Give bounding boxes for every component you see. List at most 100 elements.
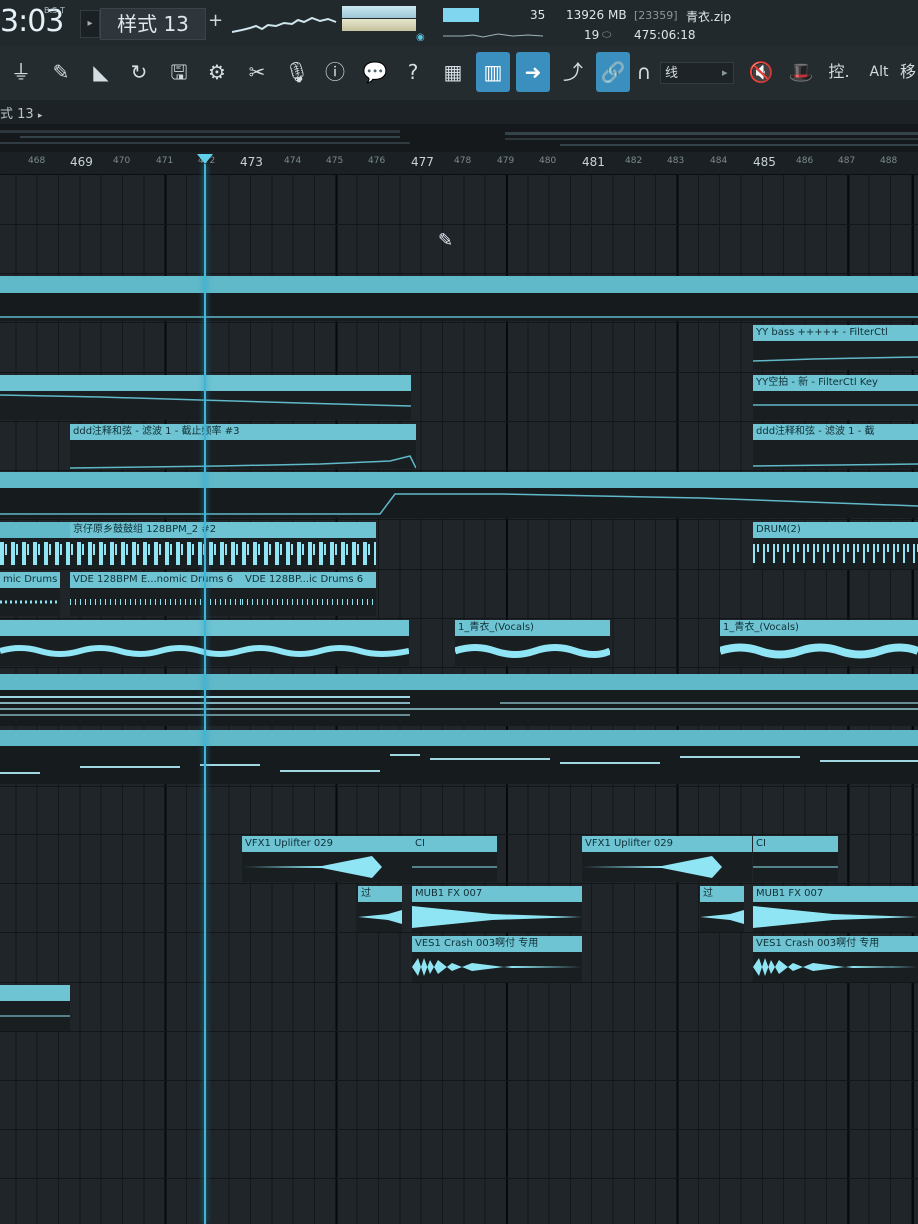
slide-icon[interactable]: ◣ xyxy=(84,52,118,92)
audio-clip[interactable]: DRUM(2) xyxy=(753,522,918,569)
automation-clip[interactable]: YY空拍 - 新 - FilterCtl Key xyxy=(753,375,918,420)
window-icon[interactable]: ▦ xyxy=(436,52,470,92)
audio-clip[interactable] xyxy=(0,985,70,1031)
audio-clip[interactable]: VFX1 Uplifter 029 xyxy=(582,836,752,882)
loop-icon[interactable]: ↻ xyxy=(122,52,156,92)
clip-title: CI xyxy=(412,836,497,852)
clip-title: YY空拍 - 新 - FilterCtl Key xyxy=(753,375,918,391)
audio-clip[interactable]: VES1 Crash 003啊付 专用 xyxy=(753,936,918,982)
cut-icon[interactable]: ✂ xyxy=(240,52,274,92)
audio-clip[interactable]: CI xyxy=(412,836,497,882)
info-icon[interactable]: ⓘ xyxy=(318,52,352,92)
audio-clip[interactable]: VFX1 Uplifter 029 xyxy=(242,836,412,882)
automation-curve xyxy=(70,455,416,469)
audio-clip[interactable]: 1_青衣_(Vocals) xyxy=(720,620,918,666)
clip-title: VES1 Crash 003啊付 专用 xyxy=(412,936,582,952)
waveform xyxy=(242,599,376,605)
ruler-mark: 479 xyxy=(497,156,515,166)
ruler-bar: 473 xyxy=(240,155,263,169)
master-meter-left xyxy=(342,6,416,18)
track-separator xyxy=(0,883,918,884)
cpu-value: 35 xyxy=(530,8,546,22)
ruler-bar: 469 xyxy=(70,155,93,169)
pattern-clip-body[interactable] xyxy=(0,746,918,784)
hat-icon[interactable]: 🎩 xyxy=(784,52,818,92)
snap-dropdown-icon[interactable]: ▸ xyxy=(722,66,728,79)
audio-clip[interactable]: 过 xyxy=(358,886,402,932)
ruler-mark: 474 xyxy=(284,156,302,166)
clip-title-band[interactable] xyxy=(0,522,70,538)
mic-icon[interactable]: 🎙 xyxy=(280,52,314,92)
link-icon[interactable]: 🔗 xyxy=(596,52,630,92)
automation-clip[interactable]: ddd注释和弦 - 滤波 1 - 截止频率 #3 xyxy=(70,424,416,469)
help-bubble-icon[interactable]: 💬 xyxy=(358,52,392,92)
automation-clip[interactable]: ddd注释和弦 - 滤波 1 - 截 xyxy=(753,424,918,469)
track-separator xyxy=(0,1129,918,1130)
control-button[interactable]: 控. xyxy=(822,52,856,92)
pattern-prev-button[interactable]: ▸ xyxy=(80,10,100,38)
ruler-mark: 484 xyxy=(710,156,728,166)
pen-icon[interactable]: ✎ xyxy=(44,52,78,92)
audio-clip[interactable]: VDE 128BPM E...nomic Drums 6 xyxy=(70,572,242,616)
master-meter-right xyxy=(342,19,416,31)
playlist-header xyxy=(0,100,918,124)
pattern-clip-band[interactable] xyxy=(0,674,918,690)
pattern-clip-band[interactable] xyxy=(0,730,918,746)
clip-title: 1_青衣_(Vocals) xyxy=(455,620,610,636)
track-separator xyxy=(0,932,918,933)
audio-clip[interactable]: mic Drums 6 xyxy=(0,572,60,616)
clip-title: DRUM(2) xyxy=(753,522,918,538)
save-icon[interactable]: 🖫 xyxy=(162,52,196,92)
waveform xyxy=(0,600,60,604)
clip-title: VES1 Crash 003啊付 专用 xyxy=(753,936,918,952)
audio-clip[interactable]: MUB1 FX 007 xyxy=(412,886,582,932)
curve-icon[interactable]: ⤴ xyxy=(556,52,590,92)
track-separator xyxy=(0,1031,918,1032)
automation-clip-body[interactable] xyxy=(0,488,918,518)
plug-icon[interactable]: ⏚ xyxy=(4,52,38,92)
magnet-icon[interactable]: ∩ xyxy=(630,52,658,92)
clip-title: 京仔原乡鼓鼓组 128BPM_2 #2 xyxy=(70,522,376,538)
playhead-line[interactable] xyxy=(204,164,206,1224)
clip-title: mic Drums 6 xyxy=(0,572,60,588)
clip-title: ddd注释和弦 - 滤波 1 - 截 xyxy=(753,424,918,440)
song-overview[interactable] xyxy=(0,124,918,152)
automation-clip-band[interactable] xyxy=(0,276,918,293)
waveform xyxy=(412,866,497,868)
playhead-marker[interactable] xyxy=(197,154,213,164)
audio-clip[interactable]: 1_青衣_(Vocals) xyxy=(455,620,610,666)
mute-icon[interactable]: 🔇 xyxy=(744,52,778,92)
track-separator xyxy=(0,982,918,983)
move-button[interactable]: 移 xyxy=(898,52,918,92)
ruler-bar: 485 xyxy=(753,155,776,169)
alt-button[interactable]: Alt xyxy=(862,52,896,92)
playlist-pattern-label[interactable]: 式 13 ▸ xyxy=(0,103,42,122)
audio-clip[interactable]: 过 xyxy=(700,886,744,932)
waveform xyxy=(700,910,744,924)
ruler-mark: 476 xyxy=(368,156,386,166)
pattern-selector[interactable]: 样式 13 xyxy=(100,8,206,40)
audio-clip[interactable]: CI xyxy=(753,836,838,882)
automation-clip-band[interactable] xyxy=(0,472,918,488)
time-format-label[interactable]: B:S:T xyxy=(44,6,65,15)
ruler-mark: 486 xyxy=(796,156,814,166)
add-pattern-button[interactable]: + xyxy=(208,10,223,31)
audio-clip[interactable]: MUB1 FX 007 xyxy=(753,886,918,932)
clip-title: VDE 128BPM E...nomic Drums 6 xyxy=(70,572,242,588)
audio-clip[interactable]: VDE 128BP...ic Drums 6 xyxy=(242,572,376,616)
automation-clip[interactable]: YY bass +++++ - FilterCtl xyxy=(753,325,918,370)
project-name: 青衣.zip xyxy=(686,10,732,24)
question-icon[interactable]: ? xyxy=(396,52,430,92)
midi-icon[interactable]: ⚙ xyxy=(200,52,234,92)
waveform xyxy=(455,644,610,658)
waveform xyxy=(70,599,242,605)
automation-curve xyxy=(753,404,918,406)
piano-icon[interactable]: ▥ xyxy=(476,52,510,92)
eye-icon[interactable]: ◉ xyxy=(416,32,425,43)
track-separator xyxy=(0,1178,918,1179)
audio-clip[interactable]: VES1 Crash 003啊付 专用 xyxy=(412,936,582,982)
pattern-clip-body[interactable] xyxy=(0,690,918,726)
arrow-right-icon[interactable]: ➜ xyxy=(516,52,550,92)
automation-clip-body[interactable] xyxy=(0,293,918,321)
waveform xyxy=(753,958,918,976)
